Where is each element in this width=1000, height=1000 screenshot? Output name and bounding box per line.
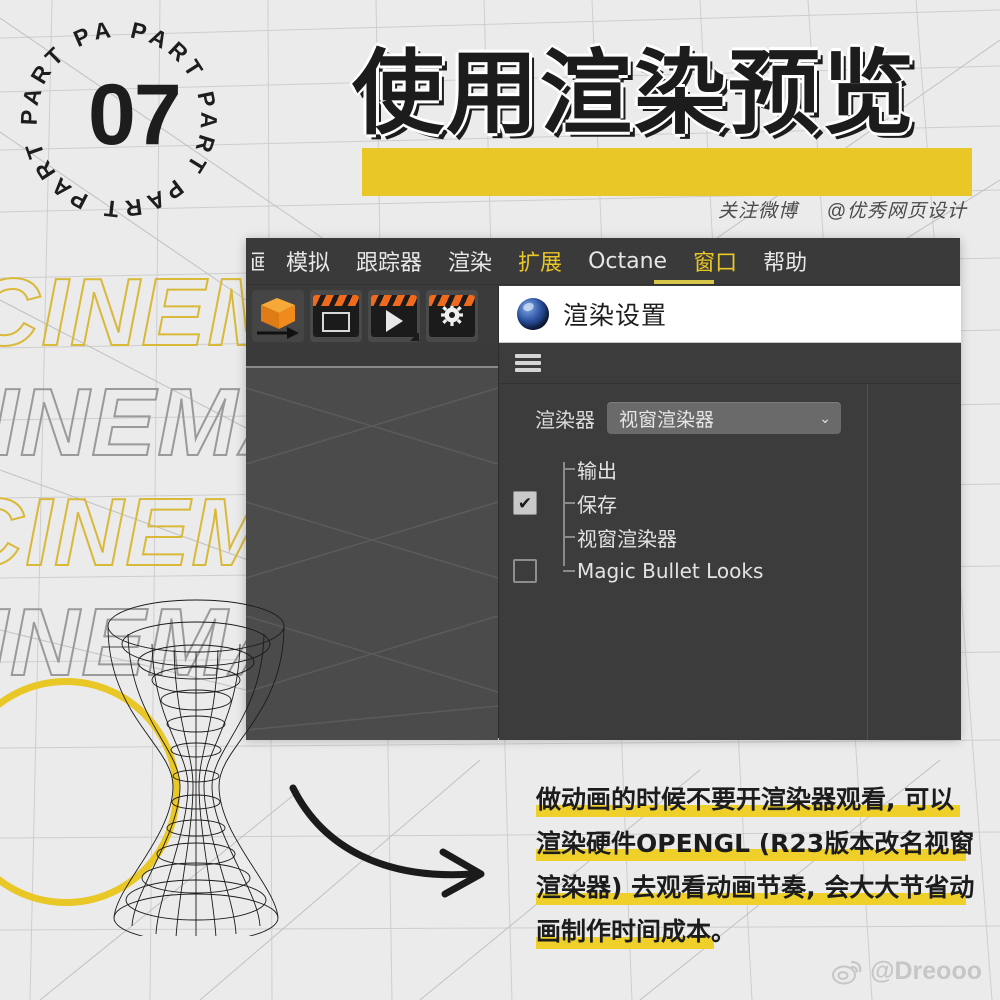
renderer-row: 渲染器 视窗渲染器 ⌄ xyxy=(499,384,961,434)
cube-object-icon xyxy=(257,298,299,339)
render-to-picture-viewer-button[interactable] xyxy=(368,290,420,342)
menu-item-extensions[interactable]: 扩展 xyxy=(518,245,562,277)
tree-item-output[interactable]: 输出 xyxy=(499,452,961,486)
weibo-icon xyxy=(832,960,862,984)
tree-item-label: 输出 xyxy=(577,458,617,483)
dialog-title-bar: 渲染设置 xyxy=(499,286,961,343)
tree-item-checkbox[interactable] xyxy=(513,559,537,583)
c4d-application-window: 画 模拟 跟踪器 渲染 扩展 Octane 窗口 帮助 渲染设置 渲染器 视窗渲… xyxy=(246,238,961,740)
caption-text: 渲染硬件OPENGL (R23版本改名视窗 xyxy=(536,829,975,858)
page-title: 使用渲染预览 xyxy=(352,40,917,147)
renderer-select[interactable]: 视窗渲染器 ⌄ xyxy=(607,402,841,434)
dialog-body: 渲染器 视窗渲染器 ⌄ 输出 ✔ 保存 视窗渲染器 Magic Bullet L… xyxy=(499,383,961,740)
caption-block: 做动画的时候不要开渲染器观看, 可以 渲染硬件OPENGL (R23版本改名视窗… xyxy=(536,780,976,956)
tree-item-label: Magic Bullet Looks xyxy=(577,559,764,583)
renderer-select-value: 视窗渲染器 xyxy=(619,409,715,431)
gear-icon xyxy=(441,304,463,326)
render-settings-dialog: 渲染设置 渲染器 视窗渲染器 ⌄ 输出 ✔ 保存 视窗渲染器 Magic Bul… xyxy=(498,286,961,740)
caption-line: 渲染器) 去观看动画节奏, 会大大节省动 xyxy=(536,868,976,908)
tree-item-checkbox[interactable]: ✔ xyxy=(513,491,537,515)
part-number: 07 xyxy=(88,67,182,163)
poster-canvas: CINEMA 4D CINEMA 4D CINEMA 4D CINEMA 4D … xyxy=(0,0,1000,1000)
weibo-credit-handle: @优秀网页设计 xyxy=(826,201,967,222)
tree-item-save[interactable]: ✔ 保存 xyxy=(499,486,961,520)
render-to-picture-viewer-icon xyxy=(371,295,417,337)
caption-line: 做动画的时候不要开渲染器观看, 可以 xyxy=(536,780,976,820)
watermark-handle: @Dreooo xyxy=(870,957,982,985)
menu-item-render[interactable]: 渲染 xyxy=(448,245,492,277)
menu-item-help[interactable]: 帮助 xyxy=(763,245,807,277)
render-view-icon xyxy=(313,295,359,337)
headline-highlight-bar xyxy=(362,148,972,196)
hamburger-icon[interactable] xyxy=(515,354,541,372)
render-settings-button[interactable] xyxy=(426,290,478,342)
tree-item-label: 视窗渲染器 xyxy=(577,526,677,551)
caption-line: 画制作时间成本。 xyxy=(536,912,976,952)
caption-text: 画制作时间成本。 xyxy=(536,917,737,946)
weibo-credit: 关注微博 @优秀网页设计 xyxy=(718,196,967,223)
dialog-title: 渲染设置 xyxy=(563,301,668,330)
tree-item-viewport-renderer[interactable]: 视窗渲染器 xyxy=(499,520,961,554)
menu-item-simulate[interactable]: 模拟 xyxy=(286,245,330,277)
tree-item-magic-bullet-looks[interactable]: Magic Bullet Looks xyxy=(499,554,961,588)
headline-group: 使用渲染预览 xyxy=(352,40,972,196)
pointer-arrow xyxy=(289,784,485,898)
render-view-button[interactable] xyxy=(310,290,362,342)
watermark: @Dreooo xyxy=(832,957,982,986)
hyperboloid-wireframe xyxy=(107,599,285,936)
weibo-credit-label: 关注微博 xyxy=(718,201,799,222)
menu-bar: 画 模拟 跟踪器 渲染 扩展 Octane 窗口 帮助 xyxy=(246,238,960,286)
caption-text: 做动画的时候不要开渲染器观看, 可以 xyxy=(536,785,955,814)
renderer-label: 渲染器 xyxy=(535,409,595,432)
menu-item-octane[interactable]: Octane xyxy=(588,249,667,274)
dialog-menu-bar xyxy=(499,343,961,383)
c4d-sphere-icon xyxy=(517,298,549,330)
settings-tree: 输出 ✔ 保存 视窗渲染器 Magic Bullet Looks xyxy=(499,452,961,588)
caption-text: 渲染器) 去观看动画节奏, 会大大节省动 xyxy=(536,873,975,902)
tree-item-label: 保存 xyxy=(577,492,617,517)
render-settings-icon xyxy=(429,295,475,337)
cube-object-button[interactable] xyxy=(252,290,304,342)
has-submenu-indicator xyxy=(410,332,419,341)
menu-item-window[interactable]: 窗口 xyxy=(693,245,737,277)
menu-item-draw[interactable]: 画 xyxy=(250,245,264,277)
chevron-down-icon: ⌄ xyxy=(819,409,831,426)
menu-item-tracker[interactable]: 跟踪器 xyxy=(356,245,422,277)
caption-line: 渲染硬件OPENGL (R23版本改名视窗 xyxy=(536,824,976,864)
